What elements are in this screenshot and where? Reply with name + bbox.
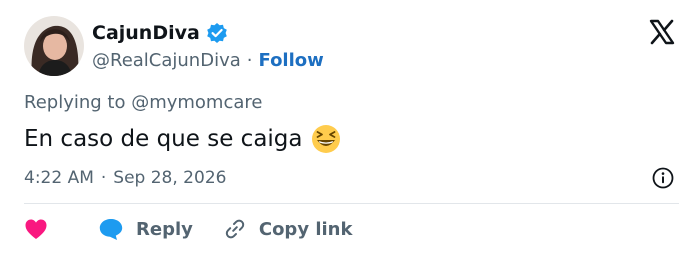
author-name-row: CajunDiva bbox=[92, 20, 228, 46]
verified-badge-icon bbox=[206, 22, 228, 44]
author-handle[interactable]: @RealCajunDiva bbox=[92, 50, 241, 71]
reply-button[interactable]: Reply bbox=[98, 217, 193, 241]
speech-bubble-icon bbox=[99, 219, 123, 240]
reply-label: Reply bbox=[136, 218, 193, 240]
reply-context[interactable]: Replying to @mymomcare bbox=[24, 92, 262, 113]
follow-button[interactable]: Follow bbox=[259, 50, 324, 71]
author-handle-row: @RealCajunDiva · Follow bbox=[92, 47, 324, 73]
heart-icon bbox=[25, 219, 47, 239]
tweet-date[interactable]: Sep 28, 2026 bbox=[113, 168, 226, 188]
info-icon[interactable] bbox=[651, 166, 675, 190]
tweet-time[interactable]: 4:22 AM bbox=[24, 168, 94, 188]
like-button[interactable] bbox=[24, 218, 98, 240]
author-avatar[interactable] bbox=[24, 16, 84, 76]
link-icon bbox=[225, 219, 245, 239]
copy-link-button[interactable]: Copy link bbox=[223, 217, 353, 241]
divider bbox=[24, 203, 679, 204]
author-display-name[interactable]: CajunDiva bbox=[92, 22, 200, 44]
action-bar: Reply Copy link bbox=[24, 214, 352, 244]
separator-dot: · bbox=[100, 168, 107, 188]
separator-dot: · bbox=[246, 49, 253, 71]
x-logo-icon[interactable] bbox=[648, 18, 676, 46]
copy-link-label: Copy link bbox=[258, 218, 353, 240]
tweet-text: En caso de que se caiga bbox=[24, 124, 341, 154]
tweet-meta: 4:22 AM · Sep 28, 2026 bbox=[24, 166, 226, 190]
grinning-squinting-face-emoji-icon bbox=[311, 124, 341, 154]
tweet-body: En caso de que se caiga bbox=[24, 126, 303, 152]
